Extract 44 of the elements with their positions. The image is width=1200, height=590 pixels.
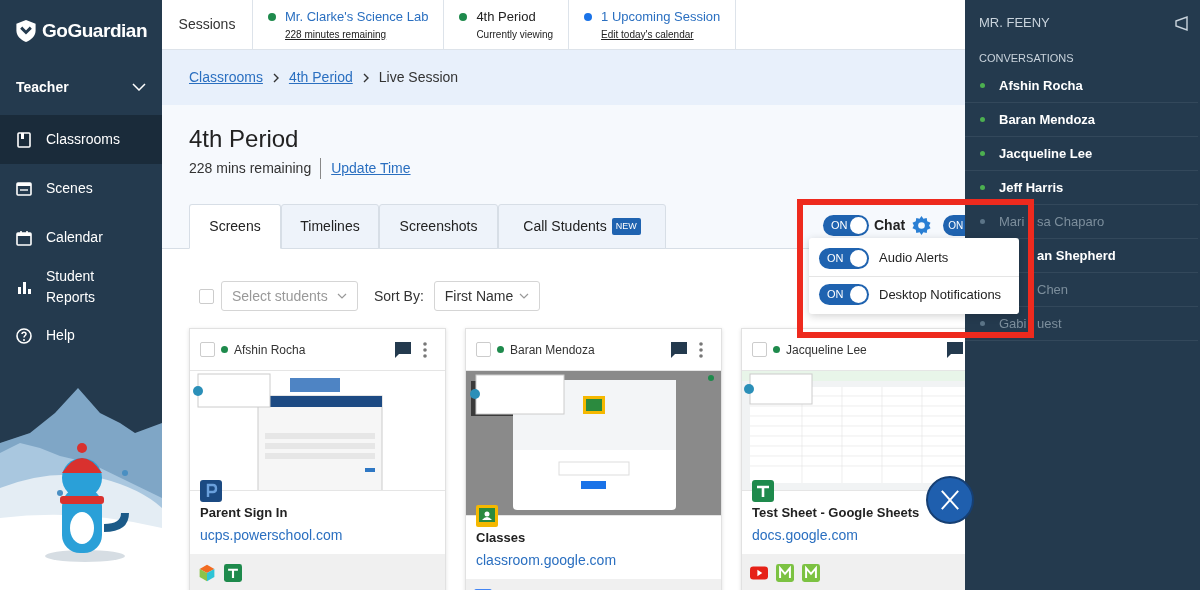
role-dropdown[interactable]: Teacher — [0, 62, 162, 112]
brand-name: GoGuardian — [42, 18, 148, 43]
site-url[interactable]: docs.google.com — [752, 524, 965, 546]
update-time-link[interactable]: Update Time — [331, 158, 411, 179]
nav-item[interactable]: Scenes — [0, 164, 162, 213]
session-tab[interactable]: 4th Period Currently viewing — [444, 0, 570, 49]
page-title: Classes — [476, 529, 527, 547]
toggle-switch[interactable]: ON — [819, 247, 869, 269]
chat-label: Chat — [874, 216, 906, 235]
toggle-switch[interactable]: ON — [823, 215, 869, 236]
tab[interactable]: Call Students NEW — [498, 204, 666, 249]
conversation-item[interactable]: Jacqueline Lee — [965, 137, 1198, 171]
tab[interactable]: Screenshots — [379, 204, 498, 249]
conversation-item[interactable]: Afshin Rocha — [965, 69, 1198, 103]
session-tab[interactable]: 1 Upcoming Session Edit today's calendar — [569, 0, 737, 49]
sort-label: Sort By: — [374, 286, 424, 306]
tab[interactable]: Timelines — [281, 204, 379, 249]
sort-dropdown[interactable]: First Name — [433, 281, 540, 311]
student-name: Afshin Rocha — [234, 341, 306, 359]
new-badge: NEW — [611, 217, 641, 236]
site-url[interactable]: ucps.powerschool.com — [200, 524, 435, 546]
student-name: Baran Mendoza — [510, 341, 595, 359]
breadcrumb-link[interactable]: 4th Period — [288, 67, 353, 88]
nav-item[interactable]: Calendar — [0, 213, 162, 262]
session-tab[interactable]: Mr. Clarke's Science Lab 228 minutes remaining — [253, 0, 445, 49]
nav-item[interactable]: Help — [0, 311, 162, 360]
page-title: Parent Sign In — [200, 504, 289, 522]
teacher-name: MR. FEENY — [979, 14, 1050, 33]
page-title: 4th Period — [189, 124, 300, 154]
breadcrumb-link[interactable]: Classrooms — [189, 67, 263, 88]
menu-option-label: Audio Alerts — [879, 249, 949, 268]
section-heading: CONVERSATIONS — [978, 51, 1075, 67]
conversation-item[interactable]: Baran Mendoza — [965, 103, 1198, 137]
page-title: Test Sheet - Google Sheets — [752, 504, 921, 522]
time-remaining: 228 mins remaining — [189, 158, 322, 179]
toggle-switch[interactable]: ON — [943, 215, 965, 236]
site-url[interactable]: classroom.google.com — [476, 549, 711, 571]
nav-item[interactable]: Student Reports — [0, 262, 162, 311]
tab[interactable]: Screens — [189, 204, 281, 249]
conversation-item[interactable]: Jeff Harris — [965, 171, 1198, 205]
breadcrumb-current: Live Session — [378, 68, 459, 87]
student-name: Jacqueline Lee — [786, 341, 867, 359]
toggle-switch[interactable]: ON — [819, 284, 869, 305]
nav-item[interactable]: Classrooms — [0, 115, 162, 164]
